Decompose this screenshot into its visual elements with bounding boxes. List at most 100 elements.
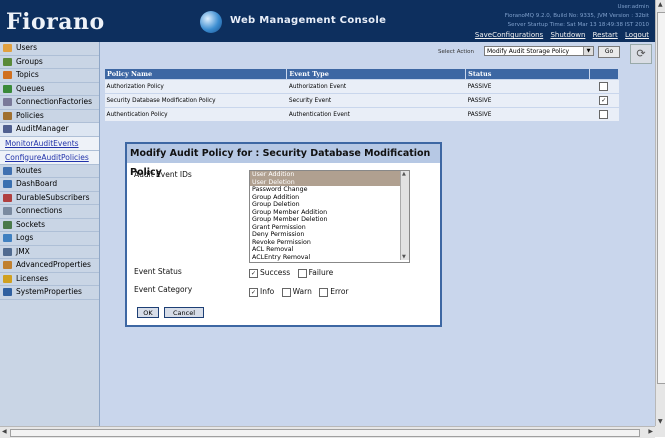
logs-icon — [3, 234, 12, 242]
sidebar-item-label: DurableSubscribers — [16, 192, 90, 202]
success-label: Success — [260, 268, 291, 277]
list-scrollbar[interactable]: ▲ ▼ — [400, 171, 409, 260]
sidebar-item-label: JMX — [16, 246, 30, 256]
topics-icon — [3, 71, 12, 79]
row-checkbox[interactable]: ✓ — [599, 96, 609, 105]
sidebar-item-dash-board[interactable]: DashBoard — [0, 178, 99, 192]
scroll-up-icon[interactable]: ▲ — [402, 171, 406, 177]
sidebar-item-topics[interactable]: Topics — [0, 69, 99, 83]
warn-label: Warn — [292, 287, 312, 296]
shutdown-link[interactable]: Shutdown — [550, 31, 585, 39]
sidebar-item-jmx[interactable]: JMX — [0, 246, 99, 259]
sidebar-item-audit-manager[interactable]: AuditManager — [0, 123, 99, 137]
scroll-down-icon[interactable]: ▼ — [402, 254, 406, 260]
sidebar-item-queues[interactable]: Queues — [0, 83, 99, 96]
list-item[interactable]: ACLEntry Removal — [250, 254, 409, 262]
chevron-down-icon: ▼ — [583, 47, 593, 55]
scroll-down-icon[interactable]: ▼ — [658, 418, 663, 425]
sidebar-sub-monitor-audit-events[interactable]: MonitorAuditEvents — [0, 136, 99, 151]
row-checkbox[interactable] — [599, 110, 609, 119]
sidebar-item-connection-factories[interactable]: ConnectionFactories — [0, 96, 99, 110]
build-info: FioranoMQ 9.2.0, Build No: 9335, JVM Ver… — [504, 13, 649, 19]
list-item[interactable]: Deny Permission — [250, 231, 409, 239]
sidebar-item-routes[interactable]: Routes — [0, 165, 99, 178]
select-action-dropdown[interactable]: Modify Audit Storage Policy ▼ — [484, 46, 594, 56]
list-item[interactable]: Group Deletion — [250, 201, 409, 209]
sidebar-item-label: Users — [16, 43, 38, 52]
event-category-options: ✓ Info Warn Error — [249, 287, 349, 297]
sidebar-item-label: AuditManager — [16, 124, 69, 133]
routes-icon — [3, 166, 12, 175]
sidebar-item-logs[interactable]: Logs — [0, 232, 99, 246]
warn-checkbox[interactable] — [281, 287, 291, 297]
list-item[interactable]: User Addition — [250, 171, 409, 179]
sidebar-item-users[interactable]: Users — [0, 42, 99, 56]
restart-link[interactable]: Restart — [593, 31, 618, 39]
failure-checkbox[interactable] — [297, 268, 307, 278]
sidebar-item-label: Sockets — [16, 219, 46, 229]
info-checkbox[interactable]: ✓ — [249, 287, 258, 297]
scroll-left-icon[interactable]: ◀ — [2, 428, 7, 435]
list-item[interactable]: Group Member Addition — [250, 209, 409, 217]
list-item[interactable]: Password Change — [250, 186, 409, 194]
cell-select — [589, 107, 619, 122]
cell-type: Authorization Event — [286, 79, 466, 94]
list-item[interactable]: User Deletion — [250, 178, 409, 186]
sidebar-item-policies[interactable]: Policies — [0, 110, 99, 123]
scroll-right-icon[interactable]: ▶ — [648, 428, 653, 435]
info-label: Info — [260, 287, 275, 296]
connections-icon — [3, 207, 12, 215]
sidebar-item-advanced-properties[interactable]: AdvancedProperties — [0, 259, 99, 273]
system-icon — [3, 288, 12, 296]
sidebar-item-sockets[interactable]: Sockets — [0, 219, 99, 232]
sidebar-item-label: Topics — [16, 70, 39, 79]
go-button[interactable]: Go — [598, 46, 620, 58]
list-item[interactable]: Revoke Permission — [250, 239, 409, 247]
sidebar-item-connections[interactable]: Connections — [0, 205, 99, 219]
list-item[interactable]: Group Member Deletion — [250, 216, 409, 224]
main-content: Select Action Modify Audit Storage Polic… — [100, 42, 655, 426]
refresh-icon[interactable]: ⟳ — [630, 44, 652, 64]
jmx-icon — [3, 247, 12, 256]
vertical-scroll-thumb[interactable] — [657, 12, 665, 384]
sidebar-item-licenses[interactable]: Licenses — [0, 273, 99, 286]
sidebar-item-system-properties[interactable]: SystemProperties — [0, 286, 99, 300]
policies-icon — [3, 111, 12, 120]
dialog-title: Modify Audit Policy for : Security Datab… — [127, 144, 440, 178]
licenses-icon — [3, 274, 12, 283]
queues-icon — [3, 84, 12, 93]
audit-event-ids-list[interactable]: User Addition User Deletion Password Chang… — [249, 170, 410, 263]
failure-label: Failure — [308, 268, 334, 277]
header-links: SaveConfigurations Shutdown Restart Logo… — [470, 31, 649, 39]
sidebar-sub-configure-audit-policies[interactable]: ConfigureAuditPolicies — [0, 150, 99, 165]
horizontal-scrollbar[interactable]: ◀ ▶ — [0, 426, 655, 438]
success-checkbox[interactable]: ✓ — [249, 268, 258, 278]
error-checkbox[interactable] — [319, 287, 329, 297]
sidebar-item-label: ConnectionFactories — [16, 97, 92, 106]
list-item[interactable]: Grant Permission — [250, 224, 409, 232]
cancel-button[interactable]: Cancel — [164, 307, 204, 318]
list-item[interactable]: ACL Removal — [250, 246, 409, 254]
select-action-label: Select Action — [438, 49, 474, 55]
vertical-scrollbar[interactable]: ▲ ▼ — [655, 0, 665, 426]
server-info: User:admin FioranoMQ 9.2.0, Build No: 93… — [505, 3, 649, 30]
sidebar-item-label: Queues — [16, 83, 45, 93]
row-checkbox[interactable] — [599, 82, 609, 91]
sidebar-item-label: Policies — [16, 110, 44, 120]
sidebar-item-groups[interactable]: Groups — [0, 56, 99, 69]
sidebar-item-durable-subscribers[interactable]: DurableSubscribers — [0, 192, 99, 205]
sidebar-item-label: SystemProperties — [16, 287, 82, 296]
horizontal-scroll-thumb[interactable] — [10, 429, 640, 437]
list-item[interactable]: Group Addition — [250, 194, 409, 202]
audit-event-ids-label: Audit Event IDs — [134, 170, 192, 179]
fiorano-logo: Fiorano — [6, 9, 105, 35]
save-configurations-link[interactable]: SaveConfigurations — [475, 31, 543, 39]
scroll-up-icon[interactable]: ▲ — [658, 1, 663, 8]
sidebar-item-label: Groups — [16, 56, 43, 66]
event-status-label: Event Status — [134, 267, 182, 276]
ok-button[interactable]: OK — [137, 307, 159, 318]
table-row: Authorization Policy Authorization Event P… — [104, 79, 619, 94]
sockets-icon — [3, 220, 12, 229]
logout-link[interactable]: Logout — [625, 31, 649, 39]
cell-type: Security Event — [286, 93, 466, 108]
